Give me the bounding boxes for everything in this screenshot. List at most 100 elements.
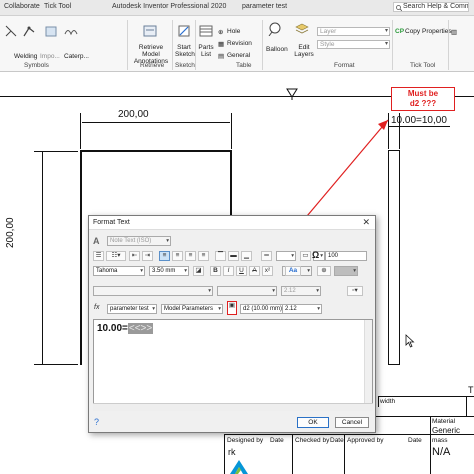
dimension-right[interactable]: 10.00=10,00 xyxy=(391,115,447,126)
annotation-line-2: d2 ??? xyxy=(409,99,437,108)
rotate-text-button[interactable]: ⊕ xyxy=(317,266,331,276)
revision-table-button[interactable]: Revision xyxy=(227,40,252,47)
layer-dropdown[interactable]: Layer ▾ xyxy=(317,27,390,36)
font-size-dropdown[interactable]: 3.50 mm ▾ xyxy=(149,266,189,276)
sketch-icon[interactable] xyxy=(177,24,191,38)
caterpillar-button[interactable]: Caterp... xyxy=(64,53,89,60)
dimension-horizontal[interactable]: 200,00 xyxy=(118,109,149,120)
general-table-button[interactable]: General xyxy=(227,52,250,59)
import-button[interactable]: Impo... xyxy=(40,53,60,60)
hole-table-button[interactable]: Hole xyxy=(227,28,240,35)
parts-list-button[interactable]: Parts List xyxy=(197,44,215,58)
source-dropdown[interactable]: Model Parameters ▾ xyxy=(161,304,223,314)
property-dropdown-disabled[interactable]: ▾ xyxy=(217,286,277,296)
dimension-vertical[interactable]: 200,00 xyxy=(5,217,16,248)
strikethrough-button[interactable]: A xyxy=(249,266,260,276)
editor-content[interactable]: 10.00=<<>> xyxy=(97,323,154,334)
component-dropdown[interactable]: parameter test ▾ xyxy=(107,304,157,314)
spacing-dropdown[interactable]: ▾ xyxy=(276,251,296,261)
dialog-title-bar[interactable]: Format Text ✕ xyxy=(89,216,375,230)
horizontal-scrollbar[interactable] xyxy=(93,403,373,411)
precision-dropdown[interactable]: 2.12 ▾ xyxy=(282,304,322,314)
retrieve-annotations-icon[interactable] xyxy=(143,24,157,38)
ribbon-separator xyxy=(172,20,173,70)
chevron-down-icon: ▾ xyxy=(316,288,319,294)
edit-layers-icon[interactable] xyxy=(295,22,309,36)
underline-button[interactable]: U xyxy=(236,266,247,276)
revision-icon[interactable]: ▦ xyxy=(218,40,224,48)
checked-date-label: Date xyxy=(330,437,344,444)
stack-button[interactable]: ▭ xyxy=(300,251,311,261)
parameter-field-token[interactable]: <<>> xyxy=(127,323,154,334)
style-dropdown[interactable]: Style ▾ xyxy=(317,40,390,49)
balloon-icon[interactable] xyxy=(268,22,282,36)
chevron-down-icon: ▾ xyxy=(152,306,155,312)
text-style-icon: A xyxy=(93,236,100,246)
cancel-button[interactable]: Cancel xyxy=(335,417,369,428)
eraser-icon[interactable]: ◪ xyxy=(193,266,204,276)
bar-chart-icon[interactable]: ▥ xyxy=(451,28,457,36)
tab-collaborate[interactable]: Collaborate xyxy=(4,3,40,10)
welding-button[interactable]: Welding xyxy=(14,53,37,60)
font-dropdown[interactable]: Tahoma ▾ xyxy=(93,266,145,276)
valign-top-button[interactable]: ▔ xyxy=(215,251,226,261)
balloon-button[interactable]: Balloon xyxy=(266,46,288,53)
omega-symbol-icon[interactable]: Ω xyxy=(312,250,319,260)
align-center-button[interactable]: ≡ xyxy=(172,251,183,261)
ribbon-separator xyxy=(127,20,128,70)
justify-button[interactable]: ≡ xyxy=(198,251,209,261)
parts-list-icon[interactable] xyxy=(199,24,213,38)
width-factor-input[interactable]: 100 xyxy=(325,251,367,261)
ok-button[interactable]: OK xyxy=(297,417,329,428)
valign-bottom-button[interactable]: ▁ xyxy=(241,251,252,261)
thin-part-right xyxy=(399,150,400,365)
line-spacing-button[interactable]: ═ xyxy=(261,251,272,261)
component-value: parameter test xyxy=(110,306,149,312)
italic-button[interactable]: I xyxy=(223,266,234,276)
text-style-value: Note Text (ISO) xyxy=(110,238,152,244)
vertical-scrollbar[interactable] xyxy=(364,320,372,410)
outdent-button[interactable]: ⇤ xyxy=(129,251,140,261)
welding-icon[interactable] xyxy=(22,24,36,38)
close-icon[interactable]: ✕ xyxy=(362,217,370,228)
precision-dropdown-disabled[interactable]: 2.12 ▾ xyxy=(281,286,321,296)
start-sketch-button[interactable]: Start Sketch xyxy=(175,44,195,58)
align-right-button[interactable]: ≡ xyxy=(185,251,196,261)
copy-properties-button[interactable]: Copy Properties xyxy=(405,28,452,35)
precision-value-disabled: 2.12 xyxy=(284,288,296,294)
list-bullets-button[interactable]: ☰ xyxy=(93,251,104,261)
text-editor[interactable]: 10.00=<<>> xyxy=(93,319,373,411)
help-icon[interactable]: ? xyxy=(94,417,99,427)
dimension-line xyxy=(82,122,230,123)
center-mark-triangle xyxy=(286,88,298,100)
align-left-button[interactable]: ≡ xyxy=(159,251,170,261)
indent-button[interactable]: ⇥ xyxy=(142,251,153,261)
annotation-line-1: Must be xyxy=(407,89,439,98)
import-icon[interactable] xyxy=(44,24,58,38)
valign-middle-button[interactable]: ▬ xyxy=(228,251,239,261)
caterpillar-icon[interactable] xyxy=(64,24,78,38)
bold-button[interactable]: B xyxy=(210,266,221,276)
style-placeholder: Style xyxy=(320,41,335,48)
general-table-icon[interactable]: ▤ xyxy=(218,52,224,60)
chevron-down-icon: ▾ xyxy=(184,268,187,274)
tab-tick-tool[interactable]: Tick Tool xyxy=(44,3,71,10)
color-dropdown[interactable]: ▾ xyxy=(334,266,358,276)
text-case-button[interactable]: Aa xyxy=(285,266,301,276)
dialog-title: Format Text xyxy=(93,219,130,226)
text-style-dropdown[interactable]: Note Text (ISO) ▾ xyxy=(107,236,171,246)
add-parameter-button[interactable]: ▣ xyxy=(227,301,237,315)
list-numbers-button[interactable]: ☷▾ xyxy=(106,251,126,261)
format-text-dialog: Format Text ✕ A Note Text (ISO) ▾ ☰ ☷▾ ⇤ … xyxy=(88,215,376,433)
chevron-down-icon: ▾ xyxy=(272,288,275,294)
insert-symbol-button[interactable]: ▫▾ xyxy=(347,286,363,296)
designed-date-label: Date xyxy=(270,437,284,444)
hole-icon[interactable]: ⊕ xyxy=(218,28,223,36)
type-dropdown-disabled[interactable]: ▾ xyxy=(93,286,213,296)
symbol-icon[interactable] xyxy=(4,24,18,38)
superscript-button[interactable]: x² xyxy=(262,266,273,276)
search-input[interactable]: Search Help & Commands... xyxy=(393,2,469,12)
parameter-value: d2 (10.00 mm) xyxy=(243,306,283,312)
extension-line xyxy=(388,113,389,149)
edit-layers-button[interactable]: Edit Layers xyxy=(294,44,314,58)
